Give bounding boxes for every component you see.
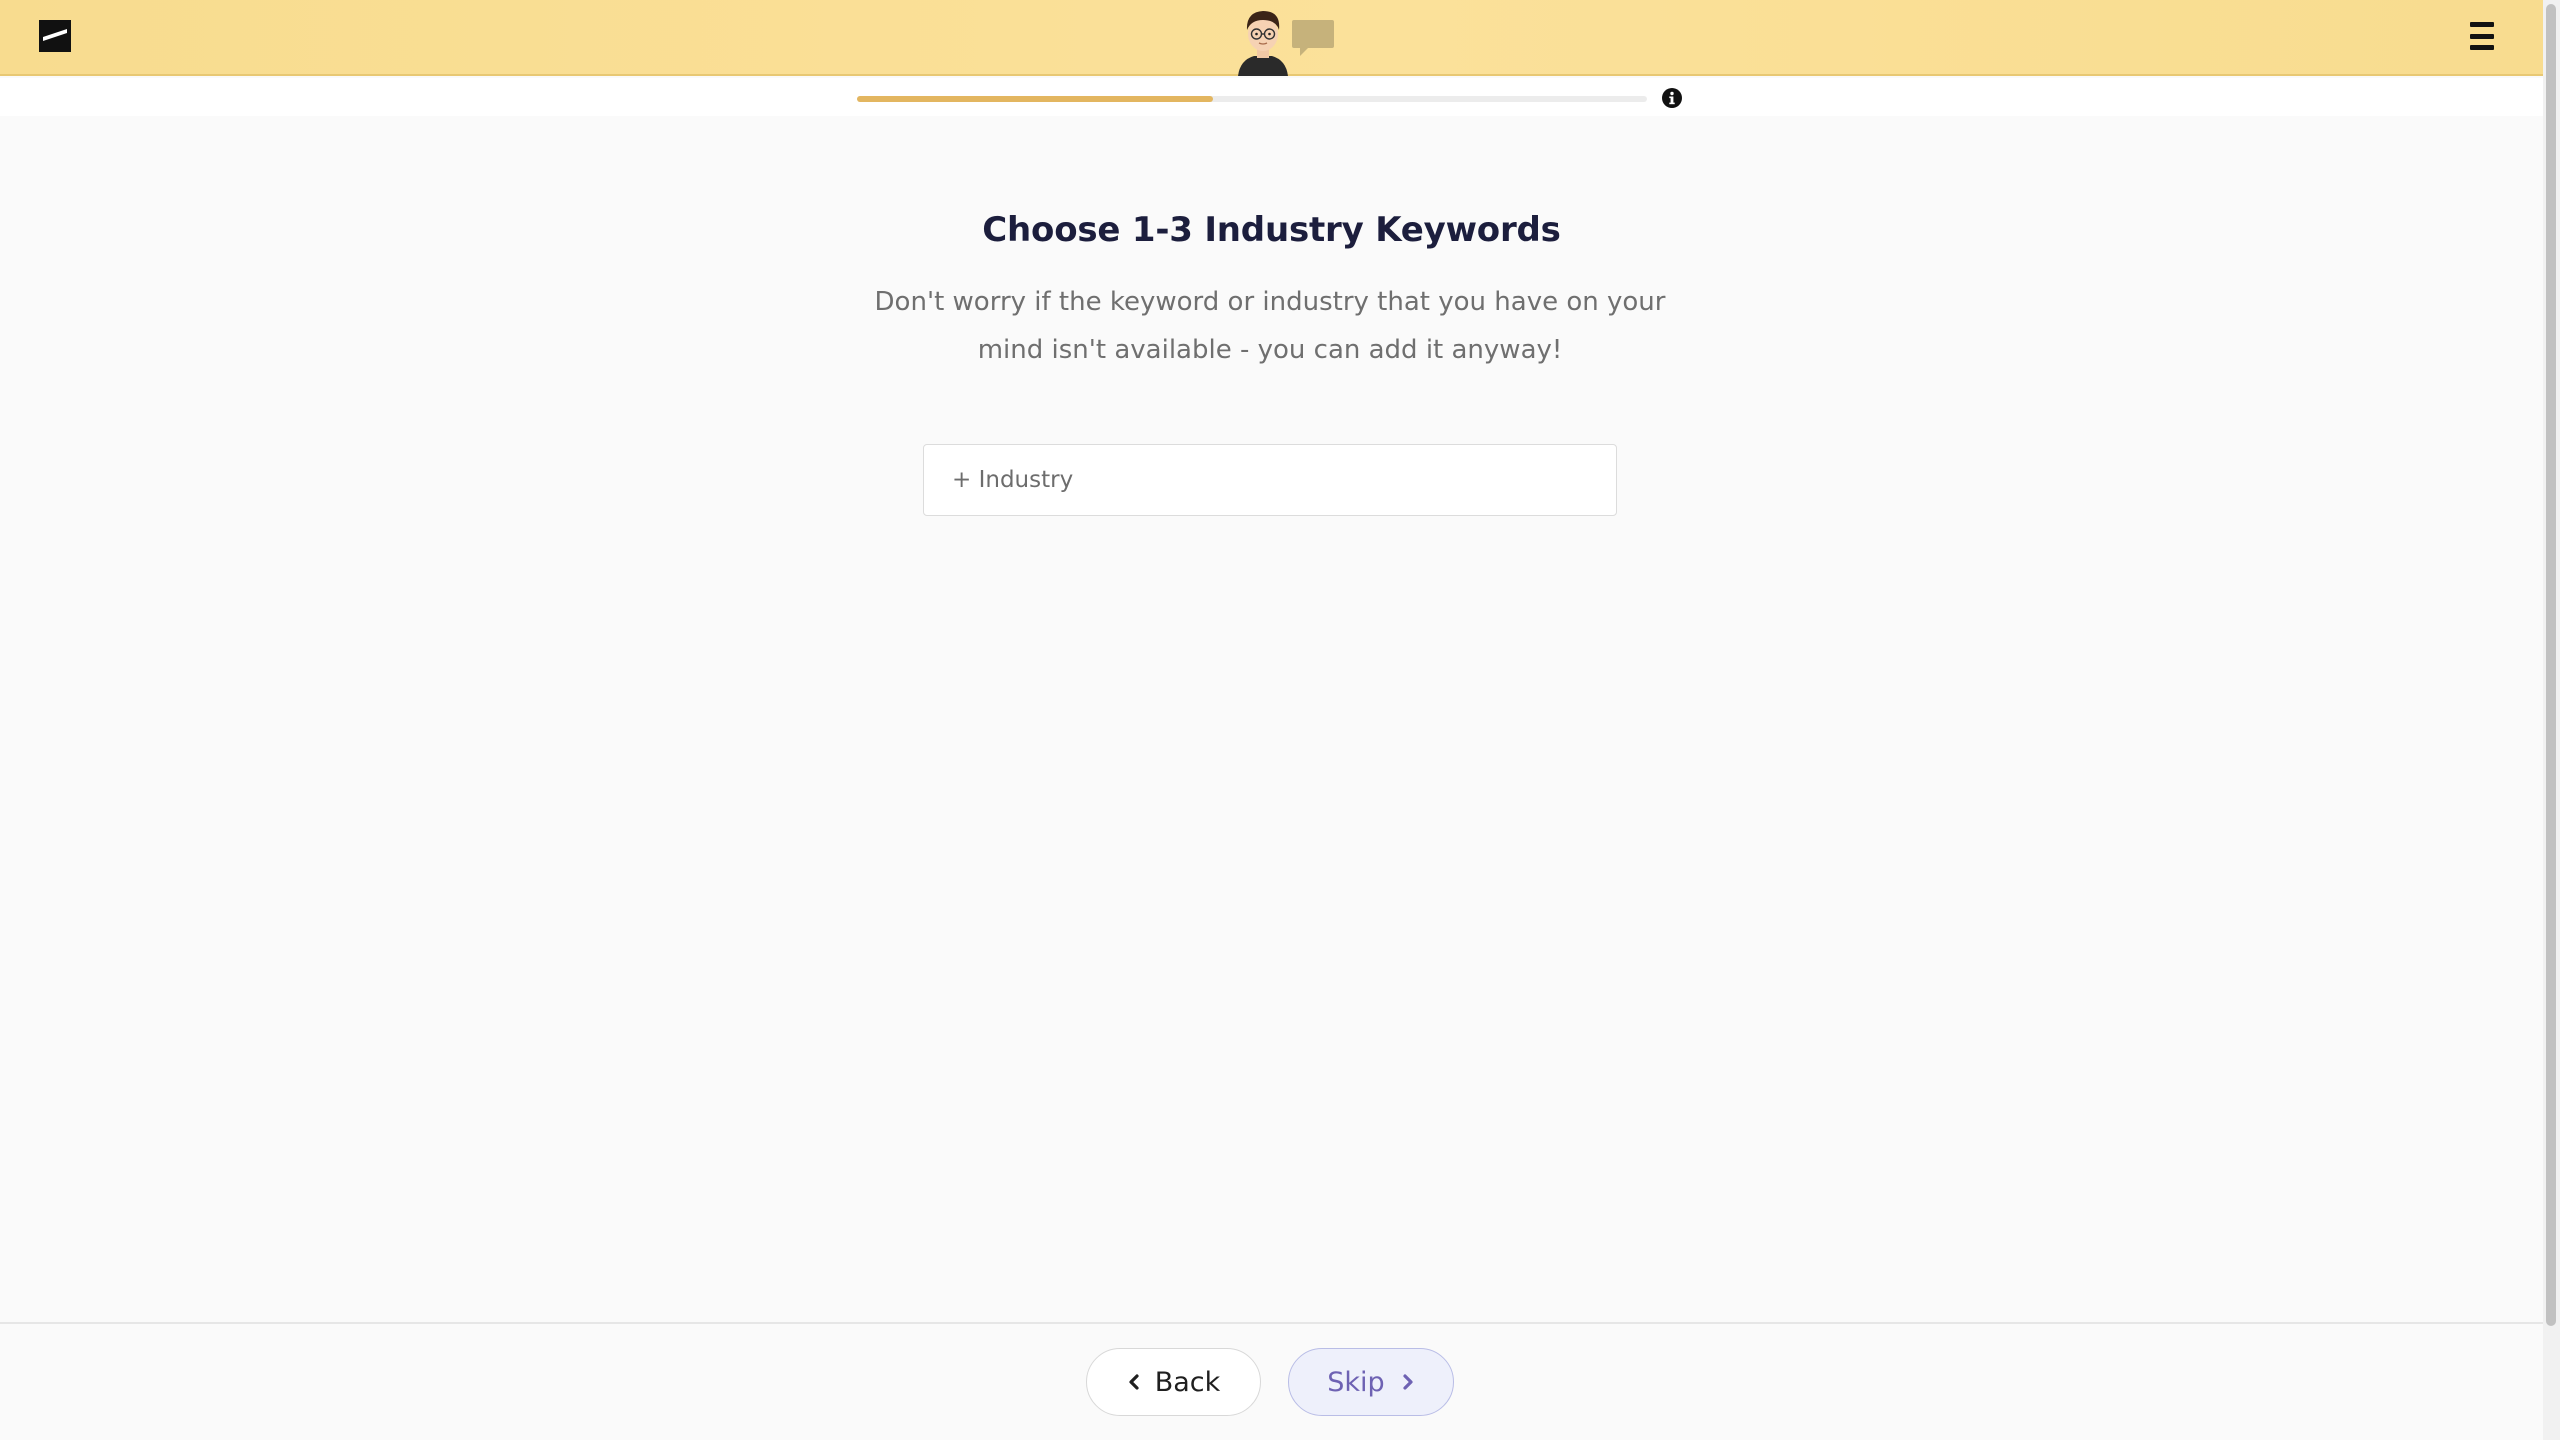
- back-button[interactable]: Back: [1086, 1348, 1261, 1416]
- skip-button-label: Skip: [1327, 1366, 1385, 1398]
- page-subtitle: Don't worry if the keyword or industry t…: [874, 287, 1666, 365]
- chevron-left-icon: [1129, 1374, 1139, 1390]
- chat-bubble-icon[interactable]: [1292, 20, 1334, 56]
- progress-bar: [857, 96, 1647, 102]
- industry-input[interactable]: [923, 444, 1617, 516]
- chevron-right-icon: [1403, 1374, 1413, 1390]
- info-circle-icon[interactable]: [1661, 87, 1683, 109]
- footer-divider: [0, 1322, 2543, 1324]
- back-button-label: Back: [1154, 1366, 1221, 1398]
- page-scrollbar-thumb[interactable]: [2546, 4, 2556, 1326]
- hamburger-menu-icon[interactable]: [2470, 22, 2496, 50]
- page-title: Choose 1-3 Industry Keywords: [982, 210, 1561, 250]
- assistant-avatar-icon[interactable]: [1232, 6, 1294, 76]
- onboarding-page: Choose 1-3 Industry Keywords Don't worry…: [0, 0, 2560, 1440]
- top-header: [0, 0, 2543, 76]
- skip-button[interactable]: Skip: [1288, 1348, 1454, 1416]
- progress-bar-fill: [857, 96, 1213, 102]
- brand-logo-icon[interactable]: [39, 20, 71, 52]
